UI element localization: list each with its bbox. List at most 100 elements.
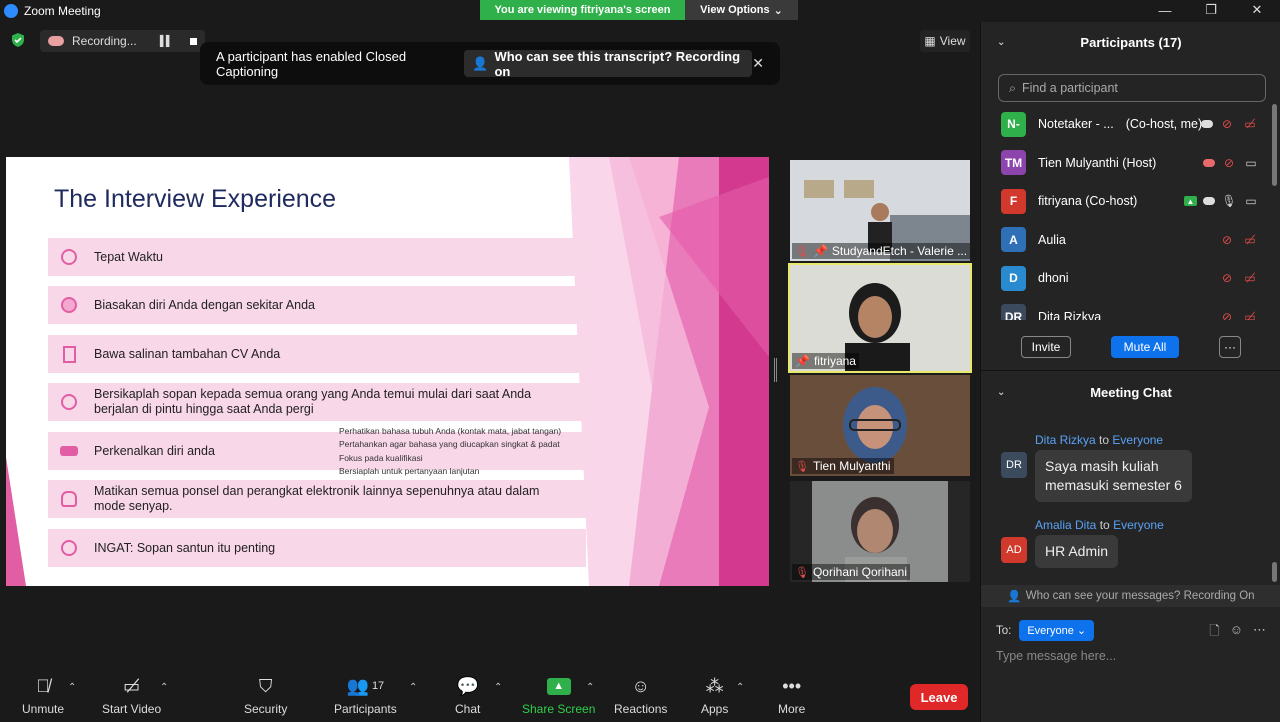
reactions-button[interactable]: ☺ Reactions [614, 674, 668, 717]
chat-recipient[interactable]: Everyone [1112, 433, 1163, 447]
pin-icon: 📌 [812, 244, 828, 258]
chevron-down-icon[interactable]: ⌄ [997, 387, 1005, 398]
participant-name: Tien Mulyanthi [812, 459, 891, 473]
tile-name-label: 📌 fitriyana [792, 353, 859, 369]
transcript-visibility-button[interactable]: 👤 Who can see this transcript? Recording… [464, 49, 753, 79]
chat-sender[interactable]: Dita Rizkya [1035, 433, 1096, 447]
participant-row[interactable]: D dhoni ⊘ ▭̸ [981, 259, 1273, 298]
tile-name-label: 🎙 Qorihani Qorihani [792, 564, 911, 580]
chat-button[interactable]: 💬 Chat [455, 674, 480, 717]
participant-list-scrollbar[interactable] [1272, 104, 1277, 186]
avatar: DR [1001, 304, 1026, 320]
video-tile-active-speaker[interactable]: 📌 fitriyana [788, 263, 972, 373]
zoom-logo-icon [4, 4, 18, 18]
sub-note: Pertahankan agar bahasa yang diucapkan s… [339, 439, 560, 450]
more-options-button[interactable]: ··· [1219, 336, 1241, 358]
chat-visibility-notice[interactable]: 👤 Who can see your messages? Recording O… [981, 585, 1280, 607]
video-tile[interactable]: 🎙 Tien Mulyanthi [790, 375, 970, 476]
avatar: TM [1001, 150, 1026, 176]
participant-search-input[interactable]: ⌕ Find a participant [998, 74, 1266, 102]
more-icon[interactable]: ⋯ [1253, 622, 1266, 644]
video-tile[interactable]: 🎙 Qorihani Qorihani [790, 481, 970, 582]
chevron-up-icon[interactable]: ⌃ [409, 682, 417, 693]
file-icon[interactable]: 🗋 [1209, 622, 1219, 644]
to-label: To: [996, 624, 1012, 637]
view-options-button[interactable]: View Options ⌄ [685, 0, 798, 20]
chat-message-line: Saya masih kuliah [1045, 458, 1159, 474]
participant-status-icons: ⊘ ▭̸ [1219, 233, 1259, 247]
video-on-icon: ▭ [1245, 155, 1257, 170]
restore-icon[interactable]: ❐ [1188, 0, 1234, 20]
participant-row[interactable]: DR Dita Rizkva ⊘ ▭̸ [981, 298, 1273, 320]
mic-muted-icon: 🎙 [795, 460, 809, 473]
participant-list: N- Notetaker - ... (Co-host, me) ⊘ ▭̸ TM… [981, 105, 1273, 320]
reactions-label: Reactions [614, 702, 668, 716]
chat-message-input[interactable]: Type message here... [996, 649, 1116, 663]
participant-row[interactable]: A Aulia ⊘ ▭̸ [981, 221, 1273, 260]
view-options-label: View Options [700, 4, 770, 16]
closed-caption-notification: A participant has enabled Closed Caption… [200, 42, 780, 85]
participant-role: (Co-host, me) [1125, 117, 1203, 132]
avatar: N- [1001, 111, 1026, 137]
slide-bullet: Tepat Waktu [48, 238, 586, 276]
close-icon[interactable]: ✕ [752, 55, 764, 72]
more-button[interactable]: ••• More [778, 674, 805, 717]
search-icon: ⌕ [1009, 80, 1017, 95]
cloud-recording-icon [1203, 197, 1215, 206]
sub-note: Bersiaplah untuk pertanyaan lanjutan [339, 465, 480, 476]
resize-handle[interactable] [774, 358, 777, 382]
document-icon [58, 343, 80, 365]
chat-recipient[interactable]: Everyone [1113, 518, 1164, 532]
apps-button[interactable]: ⁂ Apps [701, 674, 728, 717]
invite-button[interactable]: Invite [1021, 336, 1071, 358]
emoji-icon[interactable]: ☺ [1230, 622, 1243, 644]
participant-name: Dita Rizkva [1038, 309, 1102, 320]
sub-note: Perhatikan bahasa tubuh Anda (kontak mat… [339, 426, 562, 436]
recipient-dropdown[interactable]: Everyone ⌄ [1019, 620, 1095, 641]
slide-bullet: Bawa salinan tambahan CV Anda [48, 335, 586, 373]
stop-recording-icon[interactable] [190, 37, 197, 45]
chat-sender[interactable]: Amalia Dita [1035, 518, 1096, 532]
pause-recording-icon[interactable]: ▌▌ [160, 36, 173, 47]
meeting-toolbar: 🎙̸ Unmute ⌃ ▭̸ Start Video ⌃ ⛉ Security … [0, 670, 980, 722]
video-tile[interactable]: 🎙 📌 StudyandEtch - Valerie ... [790, 160, 970, 261]
chat-scrollbar[interactable] [1272, 562, 1277, 582]
share-screen-button[interactable]: ▲ Share Screen [522, 674, 595, 716]
chevron-down-icon[interactable]: ⌄ [997, 37, 1005, 48]
participants-button[interactable]: 👥 17 Participants [334, 674, 397, 717]
view-label: View [939, 34, 966, 48]
chat-recipient-row: To: Everyone ⌄ [996, 620, 1095, 641]
chevron-up-icon[interactable]: ⌃ [586, 682, 594, 693]
participant-row[interactable]: F fitriyana (Co-host) ▲ 🎙 ▭ [981, 182, 1273, 221]
close-window-icon[interactable]: ✕ [1234, 0, 1280, 20]
avatar: DR [1001, 452, 1027, 478]
share-screen-icon: ▲ [546, 674, 571, 698]
apps-icon: ⁂ [705, 675, 724, 696]
chevron-up-icon[interactable]: ⌃ [68, 682, 76, 693]
emoji-plus-icon: ☺ [631, 675, 650, 696]
shield-check-icon[interactable] [10, 32, 26, 48]
viewing-screen-banner: You are viewing fitriyana's screen [480, 0, 685, 20]
participant-row[interactable]: TM Tien Mulyanthi (Host) ⊘ ▭ [981, 144, 1273, 183]
chevron-up-icon[interactable]: ⌃ [736, 682, 744, 693]
security-button[interactable]: ⛉ Security [244, 674, 287, 717]
mic-on-icon: 🎙 [1221, 194, 1237, 209]
start-video-button[interactable]: ▭̸ Start Video [102, 674, 161, 717]
unmute-button[interactable]: 🎙̸ Unmute [22, 674, 64, 717]
chat-message-header: Amalia Dita to Everyone [1035, 518, 1164, 532]
view-layout-button[interactable]: ▦ View [920, 30, 970, 52]
participant-status-icons: ⊘ ▭̸ [1219, 271, 1259, 285]
mute-all-button[interactable]: Mute All [1111, 336, 1179, 358]
participant-row[interactable]: N- Notetaker - ... (Co-host, me) ⊘ ▭̸ [981, 105, 1273, 144]
minimize-icon[interactable]: — [1142, 0, 1188, 20]
slide-bullet: INGAT: Sopan santun itu penting [48, 529, 586, 567]
chevron-down-icon: ⌄ [773, 4, 783, 17]
chevron-up-icon[interactable]: ⌃ [160, 682, 168, 693]
participant-status-icons: ⊘ ▭̸ [1201, 117, 1259, 131]
leave-button[interactable]: Leave [910, 684, 968, 710]
tile-name-label: 🎙 📌 StudyandEtch - Valerie ... [792, 243, 970, 259]
chat-message-header: Dita Rizkya to Everyone [1035, 433, 1163, 447]
chevron-up-icon[interactable]: ⌃ [494, 682, 502, 693]
avatar: D [1001, 265, 1026, 291]
bullet-text: Perkenalkan diri anda [94, 443, 215, 458]
